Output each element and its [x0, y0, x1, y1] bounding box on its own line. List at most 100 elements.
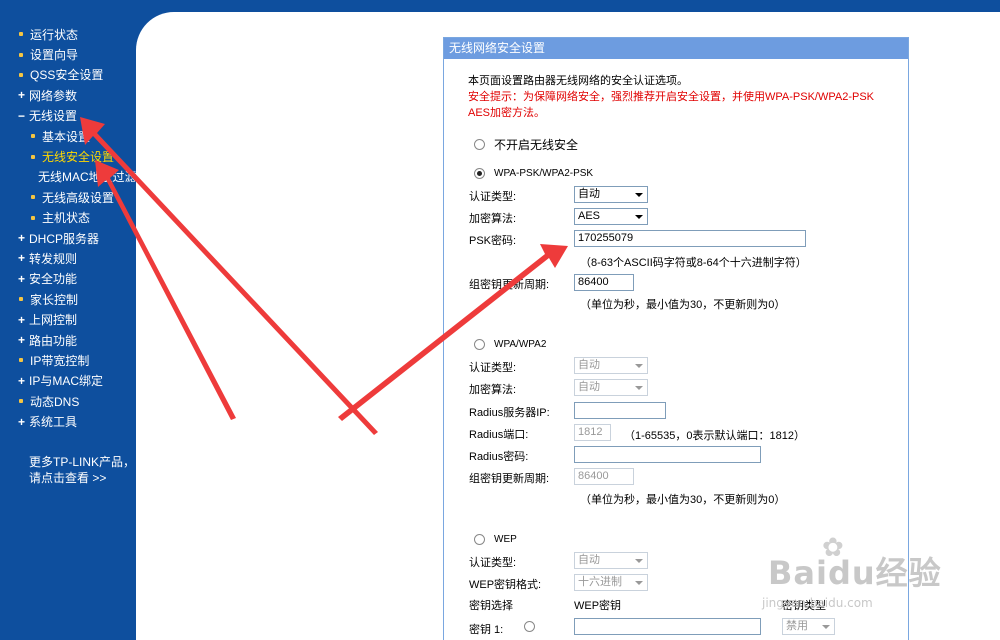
chevron-down-icon: [635, 193, 643, 197]
panel-title: 无线网络安全设置: [444, 38, 908, 59]
sidebar-item[interactable]: + 系统工具: [18, 411, 136, 431]
wpa-enc-value: 自动: [578, 381, 600, 393]
wpa-radio[interactable]: [474, 339, 485, 350]
sidebar-item[interactable]: + IP与MAC绑定: [18, 371, 136, 391]
wpa-psk-label: WPA-PSK/WPA2-PSK: [494, 168, 594, 179]
sidebar-item[interactable]: 设置向导: [18, 44, 136, 64]
wpa-psk-auth-select[interactable]: 自动: [574, 186, 648, 203]
wpa-label: WPA/WPA2: [494, 339, 547, 350]
bullet-icon: [19, 32, 23, 37]
wpa-psk-renew-input[interactable]: 86400: [574, 274, 634, 291]
sidebar-item-label: 安全功能: [29, 272, 78, 287]
sidebar-item-label: 主机状态: [42, 211, 91, 226]
radius-ip-input[interactable]: [574, 402, 666, 419]
radius-port-label: Radius端口:: [469, 429, 529, 441]
top-band: [136, 0, 1000, 12]
sidebar-item-label: 运行状态: [30, 27, 79, 42]
wpa-psk-enc-value: AES: [578, 210, 601, 222]
key1-type-value: 禁用: [786, 620, 808, 632]
key1-type-select[interactable]: 禁用: [782, 618, 835, 635]
wep-key-header: WEP密钥: [574, 600, 622, 612]
radius-ip-label: Radius服务器IP:: [469, 407, 550, 419]
wpa-auth-value: 自动: [578, 359, 600, 371]
wpa-auth-select[interactable]: 自动: [574, 357, 648, 374]
sidebar-menu: 运行状态 设置向导 QSS安全设置 + 网络参数 − 无线设置 基本设置 无线安全设置 无线MAC…: [18, 24, 137, 432]
no-security-radio[interactable]: [474, 139, 485, 150]
wep-auth-label: 认证类型:: [469, 557, 517, 569]
sidebar-item-label: 设置向导: [30, 48, 79, 63]
bullet-icon: [19, 399, 23, 404]
sidebar-item[interactable]: 主机状态: [18, 208, 136, 228]
no-security-label: 不开启无线安全: [494, 138, 579, 152]
sidebar-item-label: 无线MAC地址过滤: [38, 170, 137, 185]
collapse-icon: −: [18, 108, 26, 123]
sidebar-item[interactable]: 动态DNS: [18, 391, 136, 411]
more-products-link[interactable]: 更多TP-LINK产品， 请点击查看 >>: [29, 454, 135, 486]
sidebar-item-label: IP与MAC绑定: [29, 374, 104, 389]
sidebar-item[interactable]: + 安全功能: [18, 269, 136, 289]
chevron-down-icon: [822, 625, 830, 629]
sidebar-item-label: 系统工具: [29, 415, 78, 430]
expand-icon: +: [18, 312, 26, 327]
sidebar-item[interactable]: − 无线设置: [18, 106, 136, 126]
wep-auth-value: 自动: [578, 554, 600, 566]
sidebar-item[interactable]: 无线高级设置: [18, 187, 136, 207]
sidebar-item[interactable]: 运行状态: [18, 24, 136, 44]
wpa-psk-renew-hint: （单位为秒，最小值为30，不更新则为0）: [580, 299, 786, 311]
wpa-psk-option[interactable]: WPA-PSK/WPA2-PSK: [474, 168, 593, 179]
psk-password-input[interactable]: 170255079: [574, 230, 806, 247]
sidebar-item[interactable]: + DHCP服务器: [18, 228, 136, 248]
wpa-psk-enc-select[interactable]: AES: [574, 208, 648, 225]
sidebar-item-label: 基本设置: [42, 129, 91, 144]
sidebar-item-label: 家长控制: [30, 292, 79, 307]
wpa-enc-select[interactable]: 自动: [574, 379, 648, 396]
sidebar-item-label: 无线高级设置: [42, 190, 115, 205]
wpa-option[interactable]: WPA/WPA2: [474, 339, 546, 350]
sidebar-item-label: DHCP服务器: [29, 231, 100, 246]
sidebar: 运行状态 设置向导 QSS安全设置 + 网络参数 − 无线设置 基本设置 无线安全设置 无线MAC…: [0, 0, 137, 640]
wep-option[interactable]: WEP: [474, 534, 517, 545]
chevron-down-icon: [635, 215, 643, 219]
sidebar-item[interactable]: 基本设置: [18, 126, 136, 146]
sidebar-item-label: QSS安全设置: [30, 68, 104, 83]
radius-port-input[interactable]: 1812: [574, 424, 611, 441]
chevron-down-icon: [635, 581, 643, 585]
sidebar-item[interactable]: + 上网控制: [18, 309, 136, 329]
wpa-renew-input[interactable]: 86400: [574, 468, 634, 485]
expand-icon: +: [18, 373, 26, 388]
sidebar-item[interactable]: 无线安全设置: [18, 146, 136, 166]
expand-icon: +: [18, 333, 26, 348]
wpa-psk-renew-label: 组密钥更新周期:: [469, 279, 550, 291]
sidebar-item[interactable]: 家长控制: [18, 289, 136, 309]
sidebar-item[interactable]: + 转发规则: [18, 248, 136, 268]
wpa-psk-radio[interactable]: [474, 168, 485, 179]
sidebar-item[interactable]: + 路由功能: [18, 330, 136, 350]
sidebar-item[interactable]: IP带宽控制: [18, 350, 136, 370]
radius-port-hint: （1-65535，0表示默认端口：1812）: [624, 430, 805, 442]
expand-icon: +: [18, 271, 26, 286]
sidebar-item-label: 转发规则: [29, 251, 78, 266]
wpa-auth-label: 认证类型:: [469, 362, 517, 374]
expand-icon: +: [18, 414, 26, 429]
key-select-header: 密钥选择: [469, 600, 513, 612]
promo-line-2: 请点击查看 >>: [29, 471, 107, 485]
sidebar-item[interactable]: QSS安全设置: [18, 65, 136, 85]
radius-password-input[interactable]: [574, 446, 761, 463]
sidebar-item[interactable]: 无线MAC地址过滤: [18, 167, 137, 187]
sidebar-item[interactable]: + 网络参数: [18, 85, 136, 105]
sidebar-item-label: 路由功能: [29, 333, 78, 348]
chevron-down-icon: [635, 559, 643, 563]
wep-format-select[interactable]: 十六进制: [574, 574, 648, 591]
bullet-icon: [31, 215, 35, 220]
baidu-watermark-url: jingyan.baidu.com: [762, 596, 873, 610]
page-description: 本页面设置路由器无线网络的安全认证选项。: [468, 75, 688, 87]
sidebar-item-label: 上网控制: [29, 313, 78, 328]
expand-icon: +: [18, 88, 26, 103]
wep-radio[interactable]: [474, 534, 485, 545]
wep-auth-select[interactable]: 自动: [574, 552, 648, 569]
sidebar-item-label: 无线安全设置: [42, 150, 115, 165]
no-security-option[interactable]: 不开启无线安全: [474, 136, 578, 153]
key1-input[interactable]: [574, 618, 761, 635]
key1-radio[interactable]: [524, 621, 535, 632]
sidebar-item-label: 无线设置: [29, 109, 78, 124]
